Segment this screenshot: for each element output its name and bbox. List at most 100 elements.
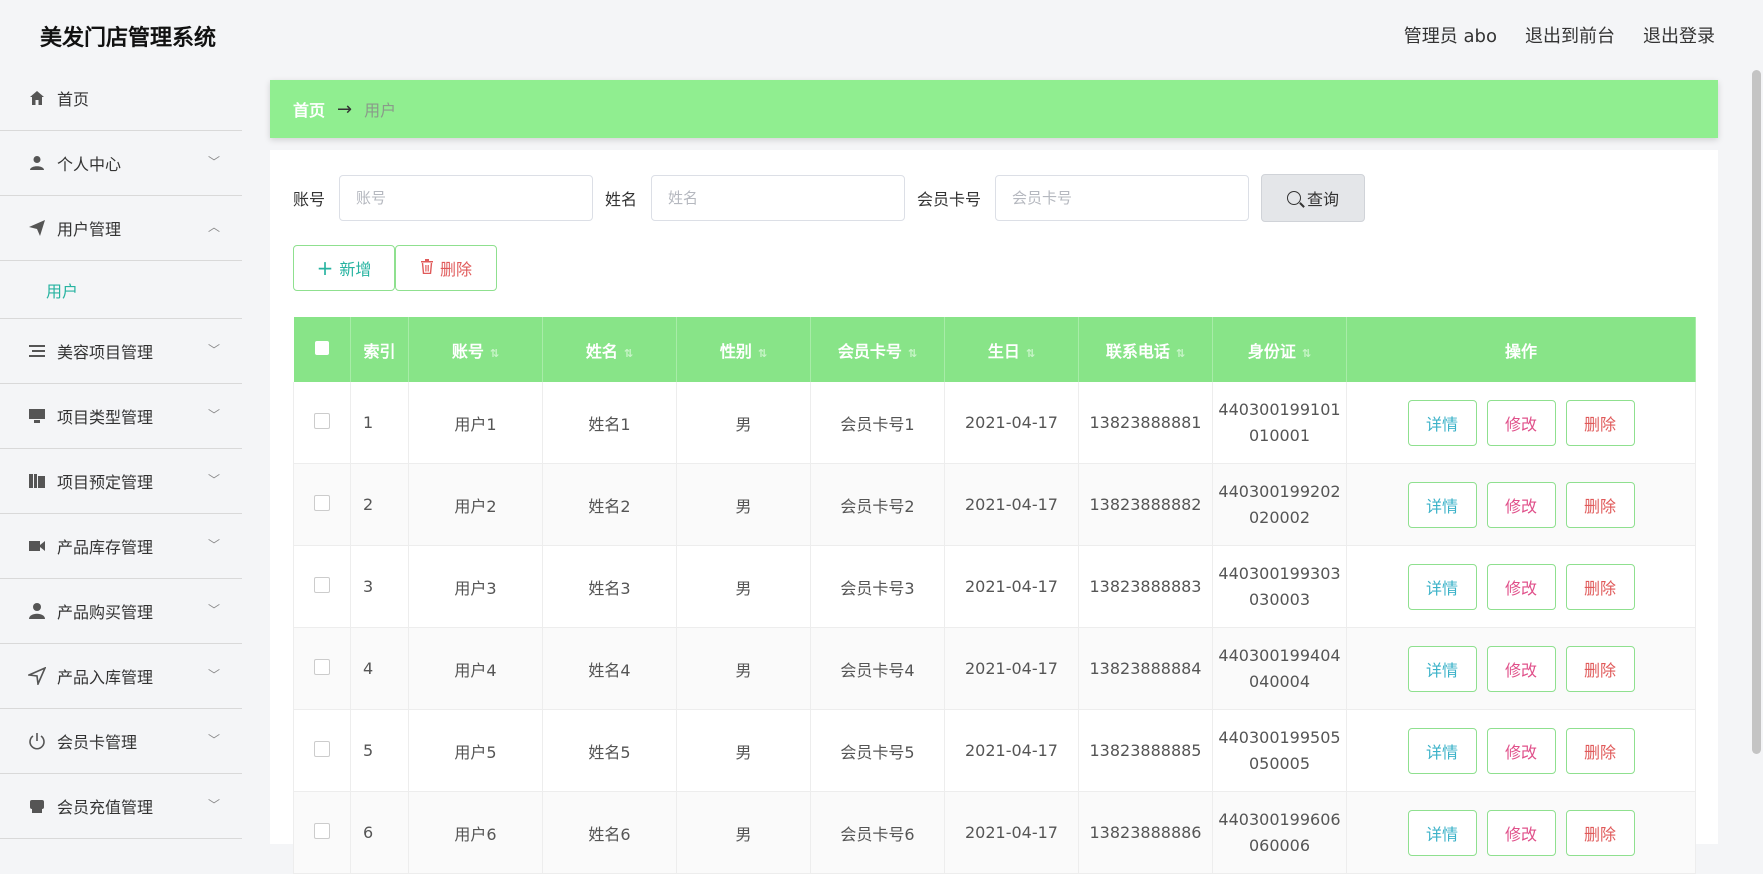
chevron-down-icon: ﹀	[207, 408, 220, 422]
delete-button[interactable]: 删除	[1565, 645, 1635, 692]
idcard-part1: 440300199505	[1218, 727, 1341, 747]
col-card[interactable]: 会员卡号 ⇅	[810, 317, 945, 382]
account-input[interactable]	[339, 175, 594, 221]
detail-button[interactable]: 详情	[1407, 727, 1477, 774]
detail-button[interactable]: 详情	[1407, 645, 1477, 692]
user-icon	[27, 153, 47, 173]
delete-button[interactable]: 删除	[1565, 481, 1635, 528]
col-gender[interactable]: 性别 ⇅	[676, 317, 811, 382]
edit-button[interactable]: 修改	[1486, 399, 1556, 446]
chevron-down-icon: ﹀	[207, 343, 220, 357]
cell-gender: 男	[676, 382, 811, 464]
idcard-part2: 040004	[1248, 671, 1311, 691]
row-checkbox[interactable]	[314, 740, 330, 757]
cell-name: 姓名3	[542, 545, 677, 628]
table-row: 1 用户1 姓名1 男 会员卡号1 2021-04-17 13823888881…	[293, 382, 1696, 464]
sidebar-item-label: 会员卡管理	[57, 733, 138, 752]
cell-name: 姓名4	[542, 627, 677, 710]
sidebar-item-beauty-projects[interactable]: 美容项目管理 ﹀	[0, 319, 242, 384]
col-label: 性别	[719, 341, 752, 361]
sidebar-item-purchase[interactable]: 产品购买管理 ﹀	[0, 579, 242, 644]
sidebar-item-inbound[interactable]: 产品入库管理 ﹀	[0, 644, 242, 709]
row-checkbox[interactable]	[314, 576, 330, 593]
cell-gender: 男	[676, 463, 811, 546]
cell-gender: 男	[676, 545, 811, 628]
delete-button[interactable]: 删除	[1565, 727, 1635, 774]
query-button[interactable]: 查询	[1261, 174, 1366, 222]
add-button[interactable]: + 新增	[293, 245, 395, 291]
sidebar-item-user-mgmt[interactable]: 用户管理 ︿	[0, 196, 242, 261]
sidebar-item-label: 项目类型管理	[57, 408, 154, 427]
users-table: 索引 账号 ⇅ 姓名 ⇅ 性别 ⇅ 会员卡号 ⇅ 生日 ⇅ 联系电话 ⇅ 身份证 ⇅ 操作 1…	[293, 317, 1696, 874]
sort-icon: ⇅	[1175, 346, 1186, 360]
monitor-icon	[27, 406, 47, 426]
table-row: 5 用户5 姓名5 男 会员卡号5 2021-04-17 13823888885…	[293, 709, 1696, 792]
sidebar-item-label: 会员充值管理	[57, 798, 154, 817]
breadcrumb-home[interactable]: 首页	[293, 97, 325, 121]
cell-idcard: 440300199606 060006	[1212, 791, 1347, 874]
col-label: 身份证	[1247, 341, 1296, 361]
sidebar-item-personal[interactable]: 个人中心 ﹀	[0, 131, 242, 196]
power-icon	[27, 731, 47, 751]
detail-button[interactable]: 详情	[1407, 481, 1477, 528]
edit-button[interactable]: 修改	[1486, 809, 1556, 856]
row-checkbox[interactable]	[314, 822, 330, 839]
select-all-checkbox[interactable]	[314, 341, 329, 355]
row-checkbox[interactable]	[314, 412, 330, 429]
cell-birthday: 2021-04-17	[944, 382, 1079, 464]
sidebar-item-member-card[interactable]: 会员卡管理 ﹀	[0, 709, 242, 774]
sidebar-item-label: 个人中心	[57, 155, 122, 174]
sidebar-item-label: 产品购买管理	[57, 603, 154, 622]
cell-ops: 详情 修改 删除	[1346, 382, 1696, 464]
col-name[interactable]: 姓名 ⇅	[542, 317, 677, 382]
row-checkbox[interactable]	[314, 658, 330, 675]
search-form: 账号 姓名 会员卡号 查询	[293, 174, 1366, 222]
query-label: 查询	[1307, 190, 1340, 209]
sidebar-item-home[interactable]: 首页	[0, 66, 242, 131]
cell-account: 用户2	[408, 463, 543, 546]
exit-front-link[interactable]: 退出到前台	[1525, 22, 1615, 48]
chevron-down-icon: ﹀	[207, 668, 220, 682]
edit-button[interactable]: 修改	[1486, 645, 1556, 692]
col-birthday[interactable]: 生日 ⇅	[944, 317, 1079, 382]
delete-button[interactable]: 删除	[1565, 809, 1635, 856]
chevron-down-icon: ﹀	[207, 733, 220, 747]
detail-button[interactable]: 详情	[1407, 809, 1477, 856]
search-icon	[1287, 191, 1302, 205]
sidebar-subitem-users[interactable]: 用户	[0, 261, 242, 319]
home-icon	[27, 88, 47, 108]
delete-button[interactable]: 删除	[1565, 563, 1635, 610]
col-label: 会员卡号	[837, 341, 902, 361]
edit-button[interactable]: 修改	[1486, 481, 1556, 528]
logout-link[interactable]: 退出登录	[1643, 22, 1715, 48]
col-idcard[interactable]: 身份证 ⇅	[1212, 317, 1347, 382]
vertical-scrollbar[interactable]	[1752, 70, 1761, 754]
cell-birthday: 2021-04-17	[944, 791, 1079, 874]
sort-icon: ⇅	[1025, 346, 1036, 360]
name-input[interactable]	[651, 175, 906, 221]
card-input[interactable]	[995, 175, 1250, 221]
cell-ops: 详情 修改 删除	[1346, 545, 1696, 628]
col-account[interactable]: 账号 ⇅	[408, 317, 543, 382]
account-label: 账号	[293, 190, 326, 209]
sidebar-item-project-types[interactable]: 项目类型管理 ﹀	[0, 384, 242, 449]
cell-gender: 男	[676, 791, 811, 874]
sidebar-item-project-booking[interactable]: 项目预定管理 ﹀	[0, 449, 242, 514]
cell-idcard: 440300199101 010001	[1212, 382, 1347, 464]
row-checkbox[interactable]	[314, 494, 330, 511]
batch-delete-button[interactable]: 删除	[395, 245, 497, 291]
delete-button[interactable]: 删除	[1565, 399, 1635, 446]
col-label: 账号	[451, 341, 484, 361]
idcard-part1: 440300199202	[1218, 481, 1341, 501]
chevron-down-icon: ﹀	[207, 603, 220, 617]
edit-button[interactable]: 修改	[1486, 727, 1556, 774]
detail-button[interactable]: 详情	[1407, 399, 1477, 446]
col-phone[interactable]: 联系电话 ⇅	[1078, 317, 1213, 382]
admin-label[interactable]: 管理员 abo	[1404, 22, 1497, 48]
sidebar-item-label: 用户管理	[57, 220, 122, 239]
detail-button[interactable]: 详情	[1407, 563, 1477, 610]
sidebar-item-stock[interactable]: 产品库存管理 ﹀	[0, 514, 242, 579]
row-checkbox-cell	[293, 382, 351, 464]
sidebar-item-recharge[interactable]: 会员充值管理 ﹀	[0, 774, 242, 839]
edit-button[interactable]: 修改	[1486, 563, 1556, 610]
